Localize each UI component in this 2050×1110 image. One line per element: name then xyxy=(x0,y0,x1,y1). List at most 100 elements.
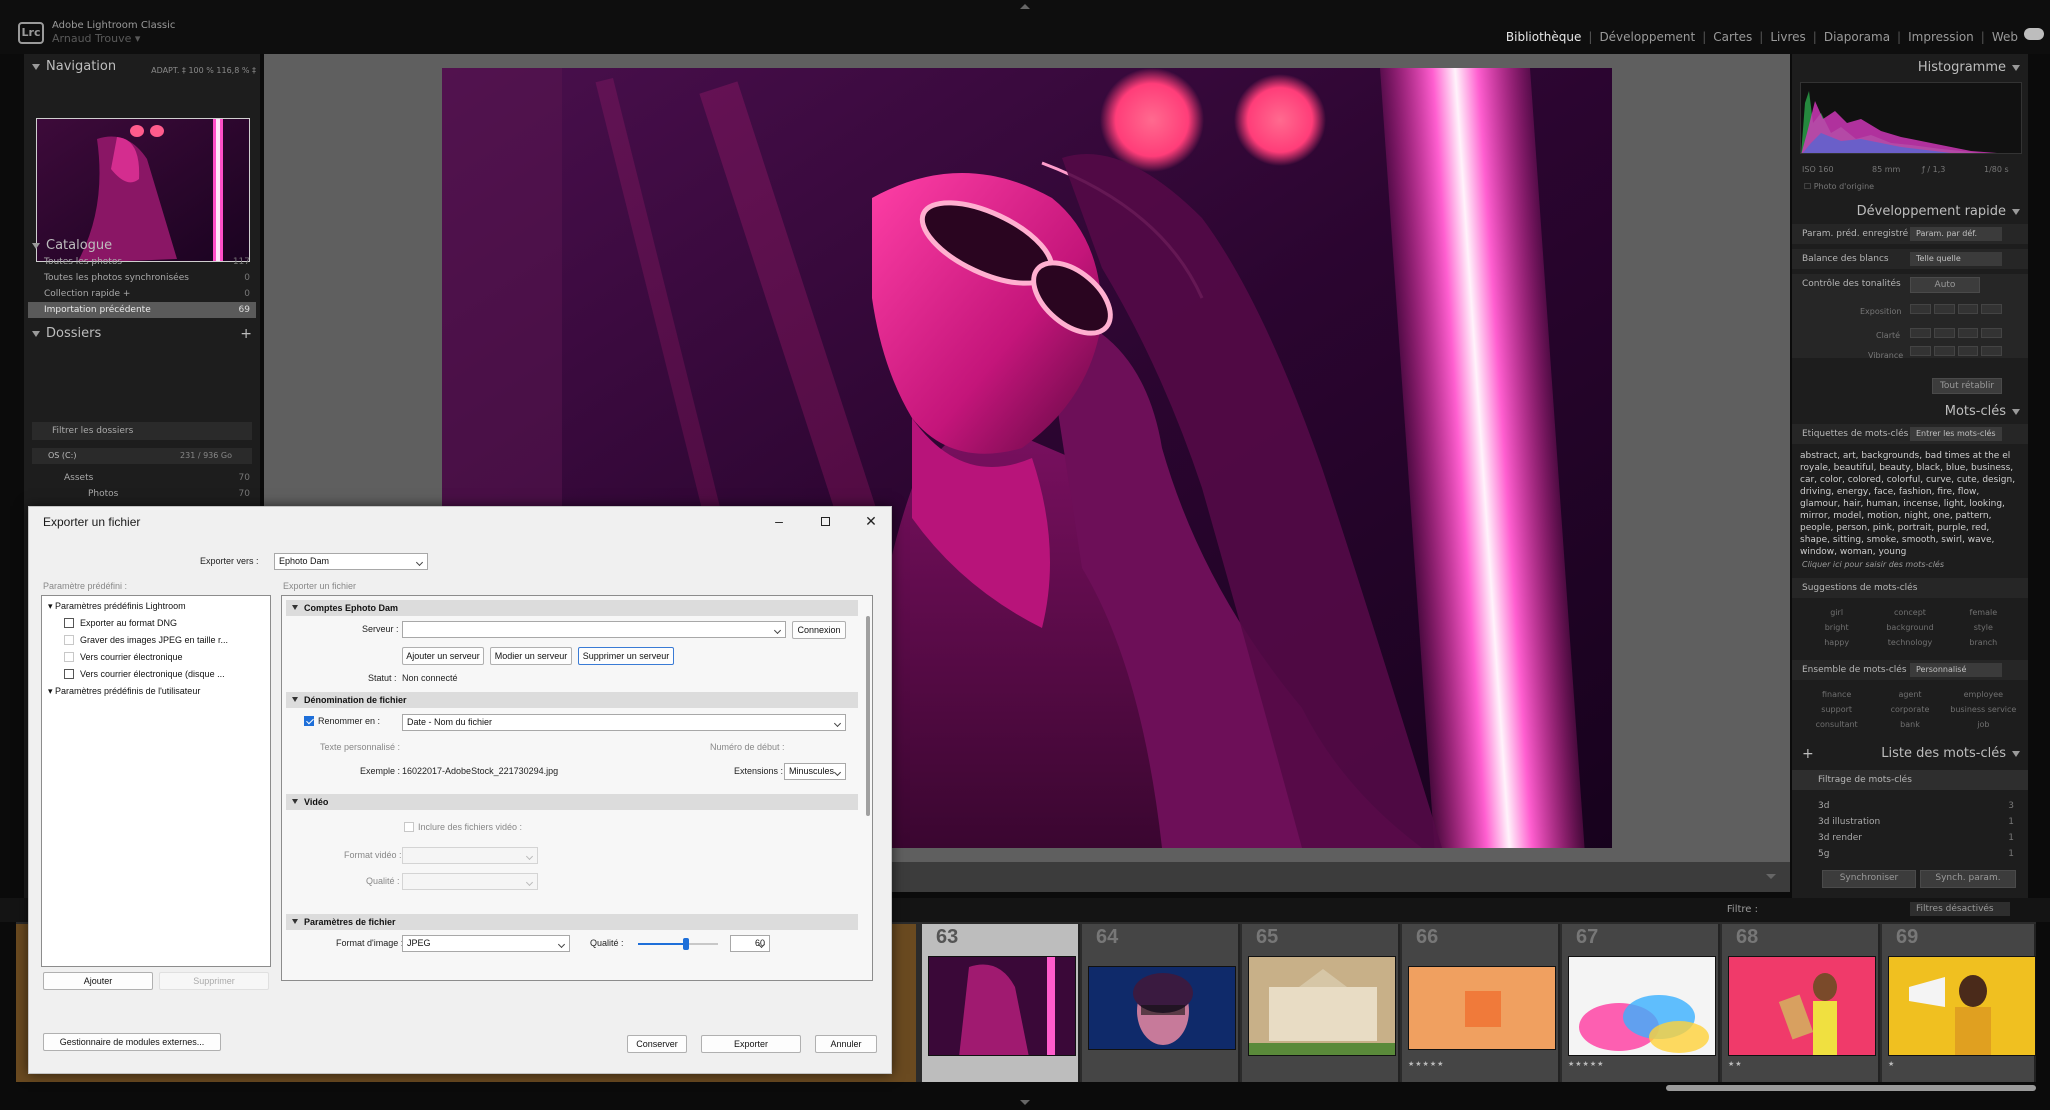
section-video[interactable]: Vidéo xyxy=(286,794,858,810)
filmstrip-cell[interactable]: 69 ★ xyxy=(1882,924,2036,1082)
module-library[interactable]: Bibliothèque xyxy=(1506,30,1582,44)
cancel-button[interactable]: Annuler xyxy=(815,1035,877,1053)
preset-item[interactable]: Vers courrier électronique xyxy=(80,652,183,662)
preset-item[interactable]: Graver des images JPEG en taille r... xyxy=(80,635,228,645)
add-keyword-icon[interactable]: + xyxy=(1802,742,1814,766)
keyword-suggestions-row[interactable]: Suggestions de mots-clés xyxy=(1792,578,2028,598)
set-keyword[interactable]: agent xyxy=(1873,690,1946,699)
toolbar-menu-icon[interactable] xyxy=(1766,874,1776,879)
navigation-header[interactable]: Navigation ADAPT. ‡ 100 % 116,8 % ‡ xyxy=(24,56,260,78)
module-map[interactable]: Cartes xyxy=(1713,30,1752,44)
module-book[interactable]: Livres xyxy=(1770,30,1805,44)
preset-item[interactable]: Exporter au format DNG xyxy=(80,618,177,628)
rename-template-select[interactable]: Date - Nom du fichier xyxy=(402,714,846,731)
quick-develop-header[interactable]: Développement rapide xyxy=(1792,200,2028,224)
module-web[interactable]: Web xyxy=(1992,30,2018,44)
edit-server-button[interactable]: Modier un serveur xyxy=(490,647,572,665)
preset-item[interactable]: Vers courrier électronique (disque ... xyxy=(80,669,225,679)
export-to-select[interactable]: Ephoto Dam xyxy=(274,553,428,570)
set-keyword[interactable]: job xyxy=(1947,720,2020,729)
preset-checkbox[interactable] xyxy=(64,635,74,645)
filmstrip-thumb[interactable] xyxy=(1888,956,2036,1056)
keyword-list-header[interactable]: + Liste des mots-clés xyxy=(1792,742,2028,766)
white-balance-select[interactable]: Telle quelle xyxy=(1910,252,2002,266)
catalog-item-quick-collection[interactable]: Collection rapide +0 xyxy=(28,286,256,302)
preset-checkbox[interactable] xyxy=(64,652,74,662)
quality-slider[interactable] xyxy=(638,938,718,950)
suggestion-keyword[interactable]: girl xyxy=(1800,608,1873,617)
filmstrip-scrollbar[interactable] xyxy=(1666,1085,2036,1091)
zoom-options[interactable]: ADAPT. ‡ 100 % 116,8 % ‡ xyxy=(151,60,256,82)
filmstrip-cell[interactable]: 68 ★★ xyxy=(1722,924,1880,1082)
set-keyword[interactable]: employee xyxy=(1947,690,2020,699)
image-format-select[interactable]: JPEG xyxy=(402,935,570,952)
preset-list-scrollbar[interactable] xyxy=(262,598,268,964)
plugin-manager-button[interactable]: Gestionnaire de modules externes... xyxy=(43,1033,221,1051)
histogram-chart[interactable] xyxy=(1800,82,2022,154)
auto-tone-button[interactable]: Auto xyxy=(1910,277,1980,293)
add-server-button[interactable]: Ajouter un serveur xyxy=(402,647,484,665)
keyword-list-item[interactable]: 3d illustration 1 xyxy=(1792,814,2020,830)
export-button[interactable]: Exporter xyxy=(701,1035,801,1053)
quality-slider-thumb[interactable] xyxy=(683,938,689,950)
catalog-item-all-photos[interactable]: Toutes les photos 117 xyxy=(28,254,256,270)
keyword-list-item[interactable]: 3d render 1 xyxy=(1792,830,2020,846)
set-keyword[interactable]: bank xyxy=(1873,720,1946,729)
sync-settings-button[interactable]: Synch. param. xyxy=(1920,870,2016,888)
suggestion-keyword[interactable]: technology xyxy=(1873,638,1946,647)
add-folder-icon[interactable]: + xyxy=(240,323,252,345)
settings-scrollbar[interactable] xyxy=(866,616,870,816)
preset-checkbox[interactable] xyxy=(64,618,74,628)
filmstrip-thumb[interactable] xyxy=(1568,956,1716,1056)
collapse-bottom-icon[interactable] xyxy=(1020,1100,1030,1105)
keyword-tags-select[interactable]: Entrer les mots-clés xyxy=(1910,427,2002,441)
include-video-checkbox[interactable] xyxy=(404,822,414,832)
collapse-top-icon[interactable] xyxy=(1020,4,1030,9)
vibrance-stepper[interactable] xyxy=(1910,346,2002,356)
keywording-header[interactable]: Mots-clés xyxy=(1792,400,2028,424)
keyword-set-select[interactable]: Personnalisé xyxy=(1910,663,2002,677)
filmstrip-cell[interactable]: 64 xyxy=(1082,924,1240,1082)
suggestion-keyword[interactable]: happy xyxy=(1800,638,1873,647)
set-keyword[interactable]: business service xyxy=(1947,705,2020,714)
add-preset-button[interactable]: Ajouter xyxy=(43,972,153,990)
section-file-naming[interactable]: Dénomination de fichier xyxy=(286,692,858,708)
video-format-select[interactable] xyxy=(402,847,538,864)
sync-button[interactable]: Synchroniser xyxy=(1822,870,1916,888)
suggestion-keyword[interactable]: branch xyxy=(1947,638,2020,647)
rename-checkbox[interactable] xyxy=(304,716,314,726)
filmstrip-thumb[interactable] xyxy=(1248,956,1396,1056)
suggestion-keyword[interactable]: bright xyxy=(1800,623,1873,632)
reset-all-button[interactable]: Tout rétablir xyxy=(1932,378,2002,394)
suggestion-keyword[interactable]: style xyxy=(1947,623,2020,632)
preset-checkbox[interactable] xyxy=(64,669,74,679)
set-keyword[interactable]: corporate xyxy=(1873,705,1946,714)
set-keyword[interactable]: finance xyxy=(1800,690,1873,699)
keyword-filter-input[interactable]: Filtrage de mots-clés xyxy=(1792,770,2028,790)
folders-header[interactable]: Dossiers + xyxy=(24,323,260,345)
filmstrip-cell[interactable]: 66 ★★★★★ xyxy=(1402,924,1560,1082)
module-develop[interactable]: Développement xyxy=(1599,30,1695,44)
keyword-list-item[interactable]: 3d 3 xyxy=(1792,798,2020,814)
filmstrip-cell[interactable]: 67 ★★★★★ xyxy=(1562,924,1720,1082)
section-file-settings[interactable]: Paramètres de fichier xyxy=(286,914,858,930)
drive-row[interactable]: OS (C:) 231 / 936 Go xyxy=(32,448,252,464)
catalog-item-synced[interactable]: Toutes les photos synchronisées 0 xyxy=(28,270,256,286)
clarity-stepper[interactable] xyxy=(1910,328,2002,338)
filter-select[interactable]: Filtres désactivés xyxy=(1910,902,2010,916)
user-name[interactable]: Arnaud Trouve ▾ xyxy=(52,32,140,45)
preset-group-lightroom[interactable]: ▾ Paramètres prédéfinis Lightroom xyxy=(48,601,186,612)
extensions-select[interactable]: Minuscules xyxy=(784,763,846,780)
module-print[interactable]: Impression xyxy=(1908,30,1974,44)
minimize-icon[interactable]: – xyxy=(769,513,789,529)
suggestion-keyword[interactable]: background xyxy=(1873,623,1946,632)
keyword-text-area[interactable]: abstract, art, backgrounds, bad times at… xyxy=(1800,450,2022,564)
remove-preset-button[interactable]: Supprimer xyxy=(159,972,269,990)
original-photo-toggle[interactable]: ☐ Photo d'origine xyxy=(1804,182,1874,191)
histogram-header[interactable]: Histogramme xyxy=(1792,56,2028,80)
set-keyword[interactable]: consultant xyxy=(1800,720,1873,729)
filmstrip-cell[interactable]: 63 xyxy=(922,924,1080,1082)
filmstrip-thumb[interactable] xyxy=(1408,966,1556,1050)
suggestion-keyword[interactable]: concept xyxy=(1873,608,1946,617)
folder-assets[interactable]: Assets 70 xyxy=(28,470,256,486)
